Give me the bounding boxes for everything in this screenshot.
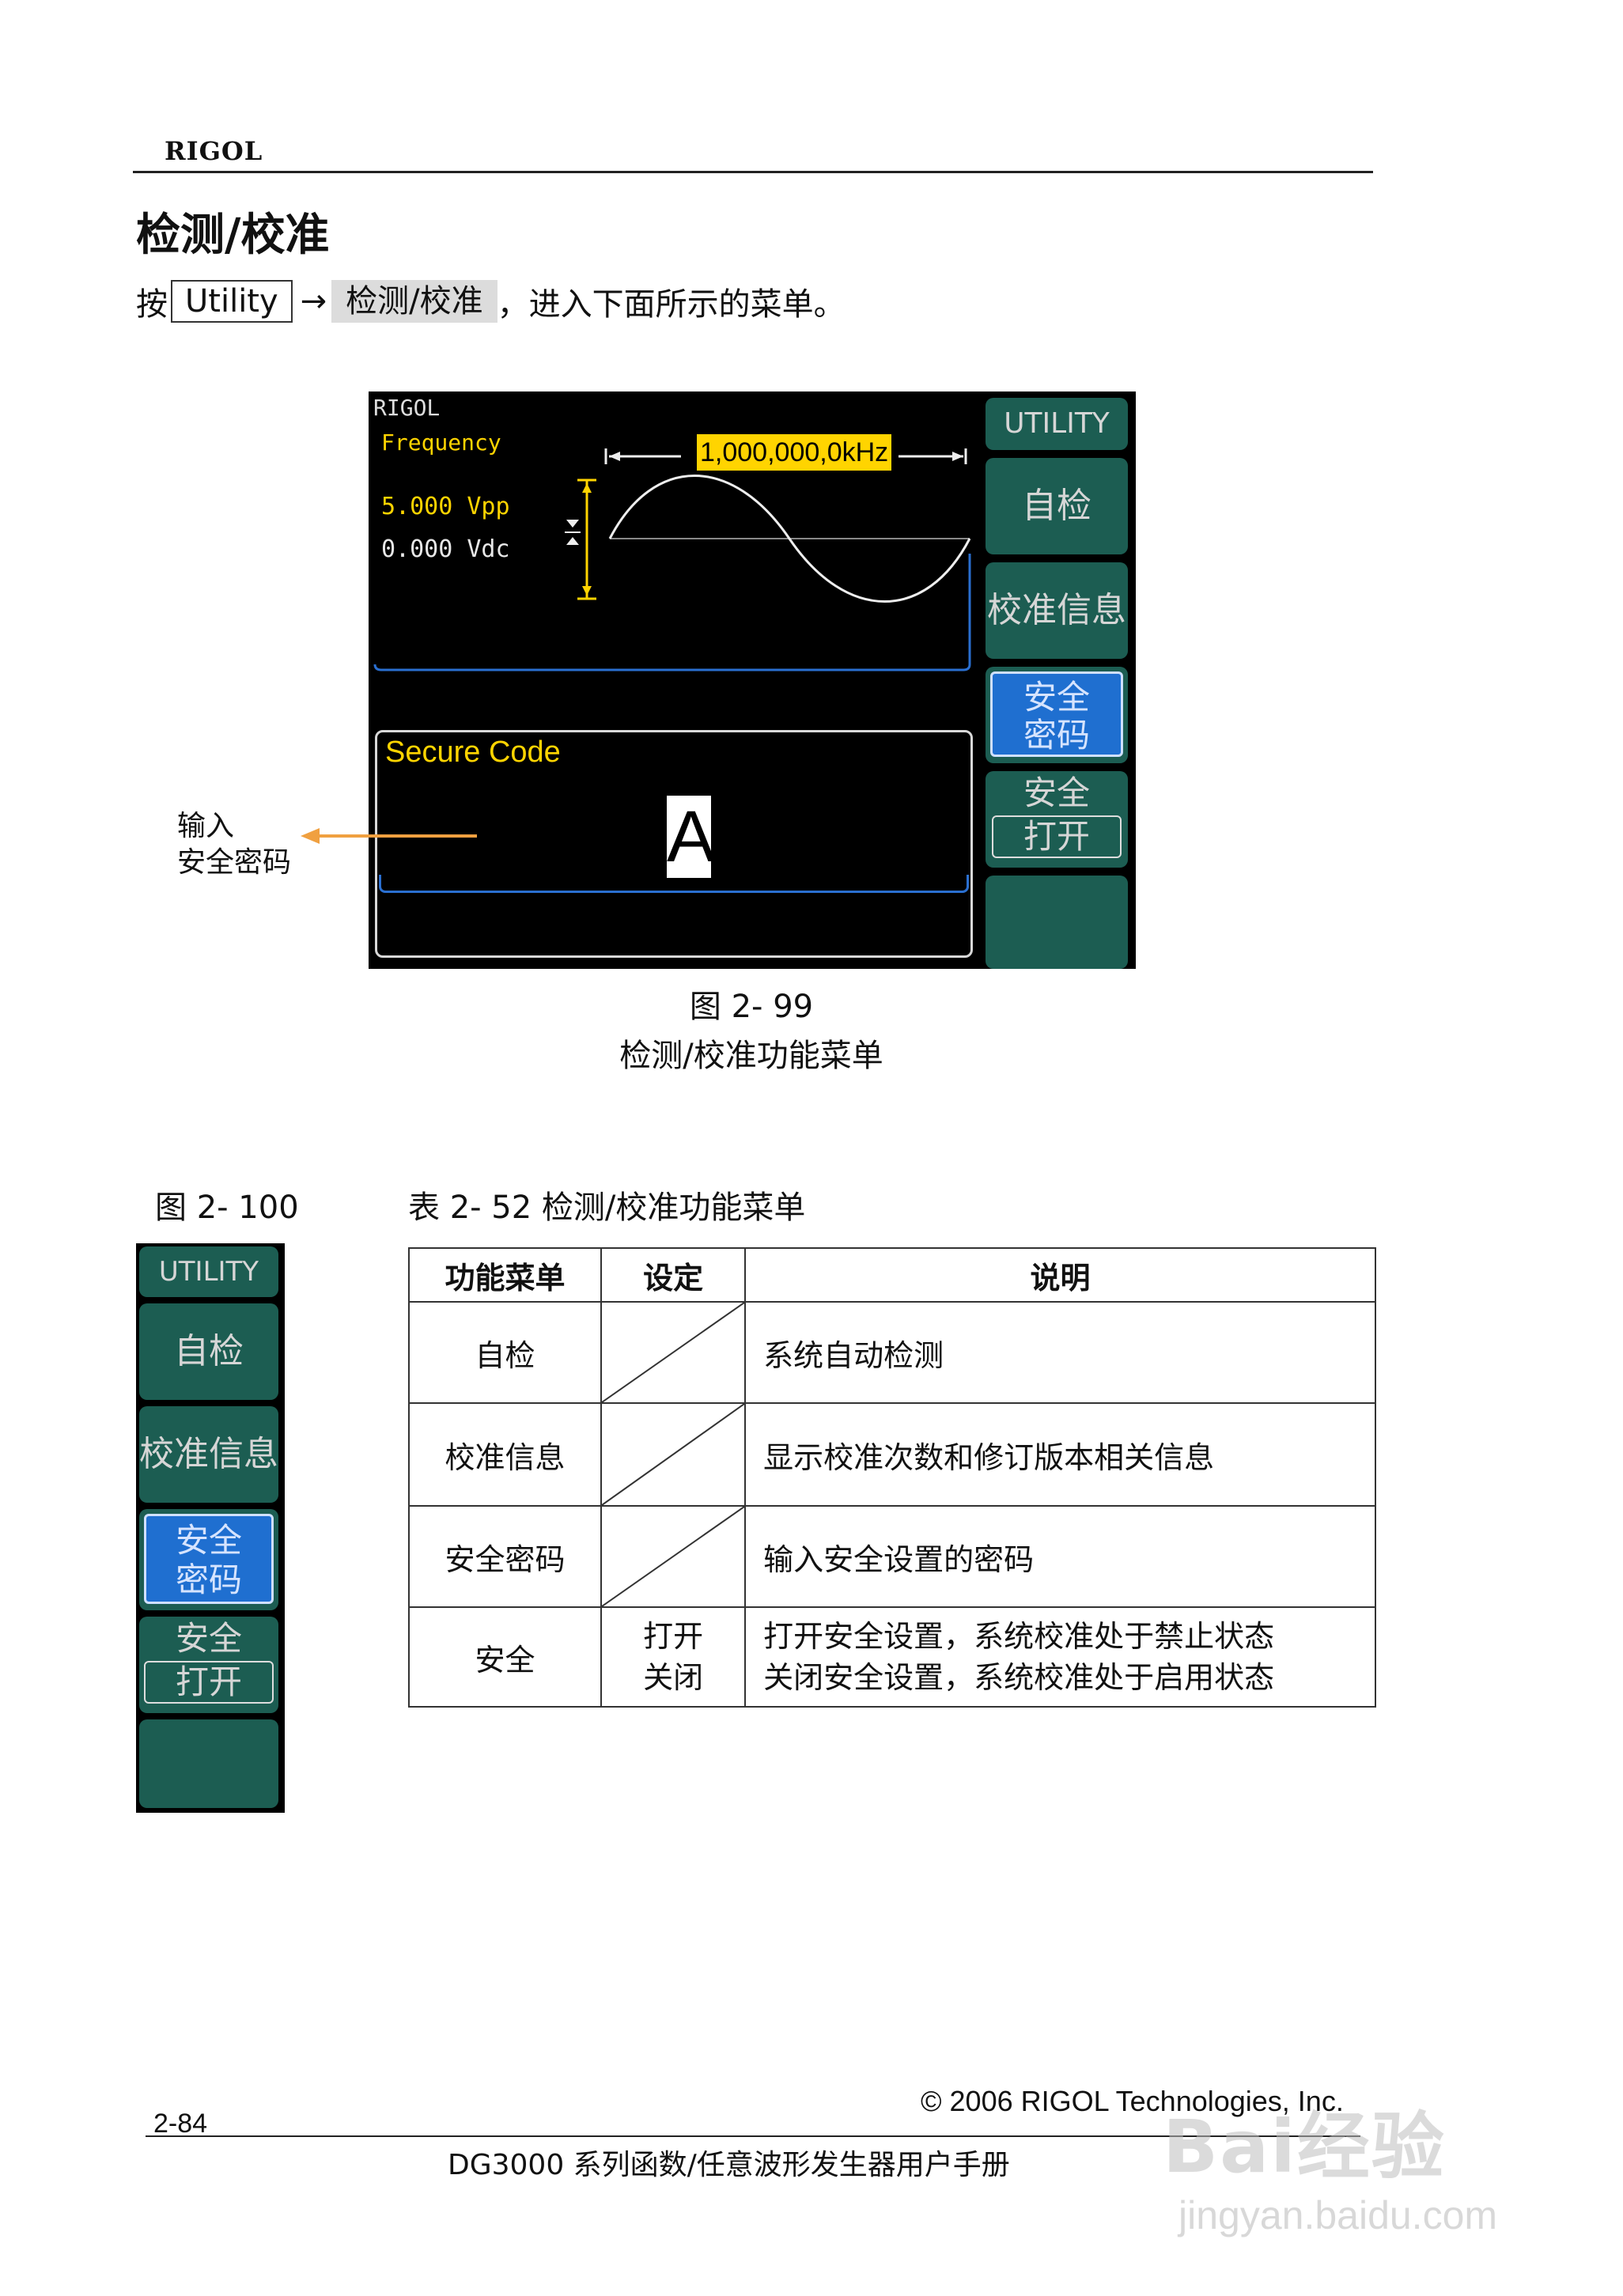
row-desc-on: 打开安全设置，系统校准处于禁止状态 [763, 1619, 1275, 1654]
detail-empty-slot [139, 1719, 278, 1808]
soft-menu-detail: UTILITY 自检 校准信息 安全 密码 安全 打开 [136, 1243, 285, 1813]
menu-security-state: 打开 [992, 815, 1122, 858]
col-header-menu: 功能菜单 [407, 1247, 603, 1303]
watermark-url: jingyan.baidu.com [1178, 2193, 1498, 2237]
menu-secure-code[interactable]: 安全 密码 [986, 667, 1128, 763]
utility-key: Utility [171, 280, 293, 323]
instruction-tail: ，进入下面所示的菜单。 [497, 286, 846, 323]
annotation-line1: 输入 [177, 810, 235, 842]
detail-secure-code[interactable]: 安全 密码 [139, 1509, 278, 1610]
fig99-caption: 检测/校准功能菜单 [619, 1038, 883, 1074]
detail-secure-code-l2: 密码 [175, 1560, 242, 1599]
row-desc: 输入安全设置的密码 [744, 1505, 1376, 1608]
frequency-value: 1,000,000,0kHz [697, 434, 892, 471]
header-rule [133, 171, 1373, 173]
row-setting-diagonal [600, 1301, 747, 1404]
row-desc-off: 关闭安全设置，系统校准处于启用状态 [763, 1660, 1275, 1695]
row-desc: 打开安全设置，系统校准处于禁止状态 关闭安全设置，系统校准处于启用状态 [744, 1606, 1376, 1708]
row-desc: 显示校准次数和修订版本相关信息 [744, 1402, 1376, 1507]
detail-secure-code-l1: 安全 [175, 1521, 242, 1560]
annotation-line2: 安全密码 [177, 846, 292, 879]
instruction-line: 按 Utility → 检测/校准 ，进入下面所示的菜单。 [136, 278, 846, 324]
table-caption: 表 2- 52 检测/校准功能菜单 [408, 1190, 806, 1226]
device-screen: RIGOL Frequency 5.000 Vpp 0.000 Vdc 1,00… [369, 391, 1136, 969]
row-menu: 安全密码 [407, 1505, 603, 1608]
detail-menu-title: UTILITY [139, 1246, 278, 1297]
menu-secure-code-l2: 密码 [1023, 716, 1090, 755]
menu-security-label: 安全 [1023, 774, 1090, 812]
row-setting-on: 打开 [643, 1619, 704, 1654]
table-row: 安全 打开 关闭 打开安全设置，系统校准处于禁止状态 关闭安全设置，系统校准处于… [407, 1606, 1376, 1708]
footer-manual-title: DG3000 系列函数/任意波形发生器用户手册 [448, 2149, 1010, 2181]
secure-code-title: Secure Code [385, 736, 561, 769]
function-table: 功能菜单 设定 说明 自检 系统自动检测 校准信息 显示校准次数和修订版本相关信… [407, 1247, 1376, 1708]
section-title: 检测/校准 [136, 210, 330, 261]
detail-security-state: 打开 [144, 1661, 274, 1704]
annotation-text: 输入 安全密码 [177, 808, 291, 881]
menu-secure-code-l1: 安全 [1023, 678, 1090, 717]
annotation-arrow-icon [301, 828, 477, 844]
menu-title: UTILITY [986, 398, 1128, 450]
row-setting-diagonal [600, 1505, 747, 1608]
input-field-border [379, 875, 969, 893]
fig99-number: 图 2- 99 [689, 989, 814, 1025]
fig100-number: 图 2- 100 [155, 1190, 299, 1226]
row-menu: 自检 [407, 1301, 603, 1404]
table-row: 自检 系统自动检测 [407, 1301, 1376, 1404]
row-setting-off: 关闭 [643, 1660, 704, 1695]
softkey-label: 检测/校准 [331, 280, 497, 323]
col-header-desc: 说明 [744, 1247, 1376, 1303]
menu-security[interactable]: 安全 打开 [986, 771, 1128, 868]
row-desc: 系统自动检测 [744, 1301, 1376, 1404]
watermark-logo: Bai经验 [1163, 2105, 1446, 2189]
detail-self-test[interactable]: 自检 [139, 1303, 278, 1400]
col-header-setting: 设定 [600, 1247, 747, 1303]
detail-security-label: 安全 [175, 1619, 242, 1658]
instruction-press: 按 [136, 286, 168, 323]
arrow-right-icon: → [300, 283, 327, 320]
row-setting-diagonal [600, 1402, 747, 1507]
menu-cal-info[interactable]: 校准信息 [986, 562, 1128, 659]
input-char-cursor: A [667, 796, 716, 878]
menu-empty-slot [986, 876, 1128, 969]
row-setting: 打开 关闭 [600, 1606, 747, 1708]
detail-cal-info[interactable]: 校准信息 [139, 1406, 278, 1503]
menu-self-test[interactable]: 自检 [986, 458, 1128, 554]
table-row: 校准信息 显示校准次数和修订版本相关信息 [407, 1402, 1376, 1507]
table-row: 安全密码 输入安全设置的密码 [407, 1505, 1376, 1608]
row-menu: 校准信息 [407, 1402, 603, 1507]
soft-menu: UTILITY 自检 校准信息 安全 密码 安全 打开 [986, 398, 1128, 969]
brand-logo: RIGOL [165, 136, 263, 166]
detail-security[interactable]: 安全 打开 [139, 1617, 278, 1713]
row-menu: 安全 [407, 1606, 603, 1708]
